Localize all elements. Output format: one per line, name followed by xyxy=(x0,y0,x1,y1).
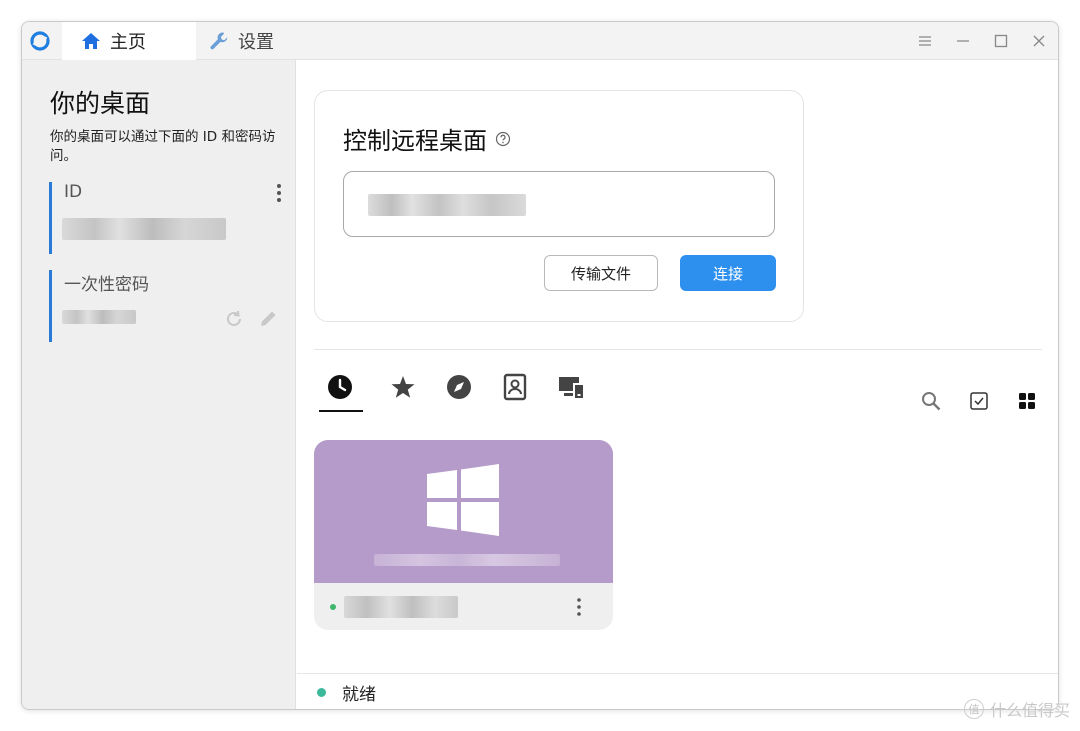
status-bar: 就绪 xyxy=(297,673,1058,709)
peer-more-icon[interactable] xyxy=(575,597,583,617)
id-field: ID xyxy=(49,182,281,254)
sidebar-description: 你的桌面可以通过下面的 ID 和密码访问。 xyxy=(50,129,276,164)
connect-title: 控制远程桌面 xyxy=(343,121,511,156)
checkbox-select-icon[interactable] xyxy=(968,390,990,412)
password-label: 一次性密码 xyxy=(64,275,149,295)
peer-card-footer xyxy=(314,583,613,630)
edit-icon[interactable] xyxy=(257,308,279,330)
connect-card: 控制远程桌面 传输文件 连接 xyxy=(314,90,804,322)
section-divider xyxy=(314,349,1042,350)
id-label: ID xyxy=(64,182,83,202)
discovered-icon xyxy=(447,375,471,399)
password-field: 一次性密码 xyxy=(49,270,279,342)
close-icon[interactable] xyxy=(1030,32,1048,50)
watermark-text: 什么值得买 xyxy=(989,701,1070,720)
password-actions xyxy=(223,308,279,330)
peer-hostname-redacted xyxy=(374,554,560,566)
more-options-icon[interactable] xyxy=(275,182,283,204)
windows-logo-icon xyxy=(427,464,499,536)
peer-card-thumbnail xyxy=(314,440,613,583)
tab-home[interactable]: 主页 xyxy=(62,22,196,60)
peer-id-redacted xyxy=(344,596,458,618)
sidebar: 你的桌面 你的桌面可以通过下面的 ID 和密码访问。 ID 一次性密码 xyxy=(22,60,296,709)
maximize-icon[interactable] xyxy=(992,32,1010,50)
tab-address-book[interactable] xyxy=(487,372,543,412)
tab-settings[interactable]: 设置 xyxy=(204,22,274,60)
peer-tabs xyxy=(319,372,599,412)
window-controls xyxy=(916,22,1048,60)
transfer-file-button[interactable]: 传输文件 xyxy=(544,255,658,291)
tab-settings-label: 设置 xyxy=(238,32,274,53)
title-bar: 主页 设置 xyxy=(22,22,1058,60)
tab-recent[interactable] xyxy=(319,372,375,412)
password-value-redacted[interactable] xyxy=(62,310,136,324)
refresh-icon[interactable] xyxy=(223,308,245,330)
connect-title-text: 控制远程桌面 xyxy=(343,127,487,155)
help-icon[interactable] xyxy=(495,131,511,147)
id-value-redacted[interactable] xyxy=(62,218,226,240)
home-icon xyxy=(82,33,100,49)
connect-button[interactable]: 连接 xyxy=(680,255,776,291)
peer-card[interactable] xyxy=(314,440,613,630)
sidebar-title: 你的桌面 xyxy=(50,89,151,118)
watermark: 值 什么值得买 xyxy=(963,697,1070,721)
grid-view-icon[interactable] xyxy=(1016,390,1038,412)
group-icon xyxy=(559,377,583,398)
peer-tools xyxy=(920,390,1038,412)
tab-discovered[interactable] xyxy=(431,372,487,412)
search-icon[interactable] xyxy=(920,390,942,412)
online-status-dot xyxy=(330,604,336,610)
remote-id-input[interactable] xyxy=(343,171,775,237)
status-dot xyxy=(317,688,326,697)
menu-icon[interactable] xyxy=(916,32,934,50)
tab-favorites[interactable] xyxy=(375,372,431,412)
status-text: 就绪 xyxy=(342,685,376,705)
tab-home-label: 主页 xyxy=(110,32,146,53)
main-panel: 控制远程桌面 传输文件 连接 就绪 xyxy=(297,60,1058,709)
minimize-icon[interactable] xyxy=(954,32,972,50)
address-book-icon xyxy=(503,373,527,401)
watermark-badge: 值 xyxy=(963,699,984,719)
remote-id-value-redacted xyxy=(368,194,526,216)
wrench-icon xyxy=(210,32,228,50)
tab-group[interactable] xyxy=(543,372,599,412)
app-window: 主页 设置 你的桌面 你的桌面可以通过下面的 ID 和密码访问。 ID 一次性密… xyxy=(21,21,1059,710)
rustdesk-logo-icon xyxy=(30,31,50,51)
favorites-icon xyxy=(391,376,415,398)
recent-icon xyxy=(328,375,352,399)
